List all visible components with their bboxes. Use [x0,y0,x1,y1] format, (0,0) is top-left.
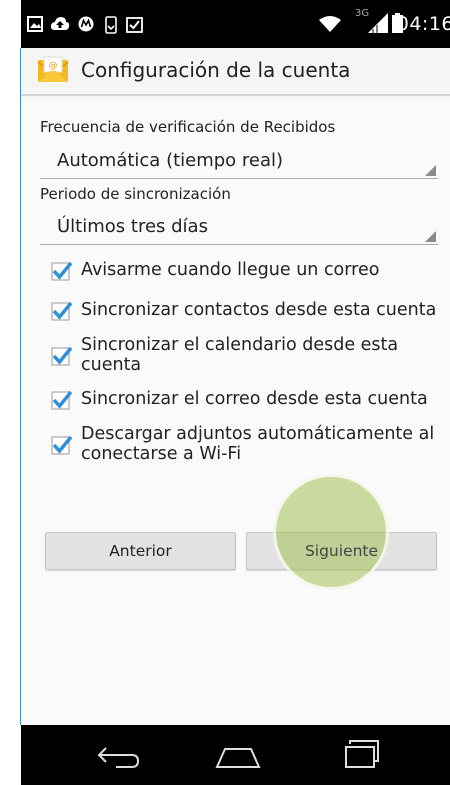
email-envelope-icon[interactable]: @ [37,56,69,90]
checkbox-checked-icon[interactable] [51,389,73,411]
settings-form: Frecuencia de verificación de Recibidos … [21,98,450,725]
back-icon[interactable] [96,745,142,773]
svg-text:@: @ [49,61,58,71]
option-label: Sincronizar el calendario desde esta cue… [81,335,399,375]
left-margin [0,0,21,785]
option-sync-contacts[interactable]: Sincronizar contactos desde esta cuenta [51,300,446,324]
option-label: Avisarme cuando llegue un correo [81,260,380,280]
motorola-icon [78,16,94,36]
sync-period-value: Últimos tres días [57,216,208,237]
gallery-icon [27,16,43,36]
status-bar: 3G 04:16 [21,0,450,48]
option-notify-email[interactable]: Avisarme cuando llegue un correo [51,260,446,284]
checkbox-checked-icon[interactable] [51,434,73,456]
next-button-label: Siguiente [304,542,379,560]
option-label: Descargar adjuntos automáticamente al co… [81,424,435,464]
action-bar: @ Configuración de la cuenta [21,48,450,96]
option-label: Sincronizar el correo desde esta cuenta [81,389,428,409]
inbox-frequency-spinner[interactable]: Automática (tiempo real) [40,145,438,179]
inbox-frequency-value: Automática (tiempo real) [57,150,284,171]
sync-period-label: Periodo de sincronización [40,185,231,203]
home-icon[interactable] [215,747,261,773]
status-time: 04:16 [396,13,450,35]
signal-icon [368,13,388,37]
checkbox-checked-icon[interactable] [51,345,73,367]
recent-apps-icon[interactable] [344,739,380,773]
option-label: Sincronizar contactos desde esta cuenta [81,300,437,320]
network-type: 3G [355,8,370,19]
sync-period-spinner[interactable]: Últimos tres días [40,211,438,245]
dropdown-arrow-icon [425,231,436,242]
checkbox-checked-icon[interactable] [51,300,73,322]
touch-ripple [273,474,389,590]
inbox-frequency-label: Frecuencia de verificación de Recibidos [40,118,336,136]
task-check-icon [126,16,143,37]
dropdown-arrow-icon [425,165,436,176]
navigation-bar [21,725,450,785]
wifi-icon [319,16,341,36]
cloud-upload-icon [50,16,70,36]
next-button[interactable]: Siguiente [246,474,437,590]
previous-button[interactable]: Anterior [45,532,236,570]
option-download-attachments[interactable]: Descargar adjuntos automáticamente al co… [51,424,446,468]
phone-update-icon [104,16,118,38]
checkbox-checked-icon[interactable] [51,260,73,282]
option-sync-email[interactable]: Sincronizar el correo desde esta cuenta [51,389,446,413]
phone-screen: 3G 04:16 @ Configuración de la cuenta Fr… [21,0,450,785]
page-title: Configuración de la cuenta [81,58,351,82]
option-sync-calendar[interactable]: Sincronizar el calendario desde esta cue… [51,335,446,379]
